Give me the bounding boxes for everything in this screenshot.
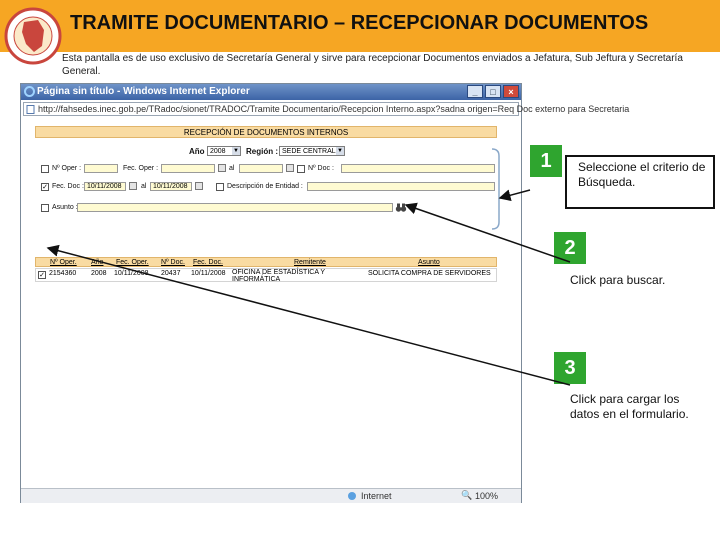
arrow-step-1 xyxy=(498,189,531,202)
callout-arrows xyxy=(46,189,571,386)
arrow-step-2 xyxy=(404,202,571,263)
arrow-step-3 xyxy=(46,244,571,386)
